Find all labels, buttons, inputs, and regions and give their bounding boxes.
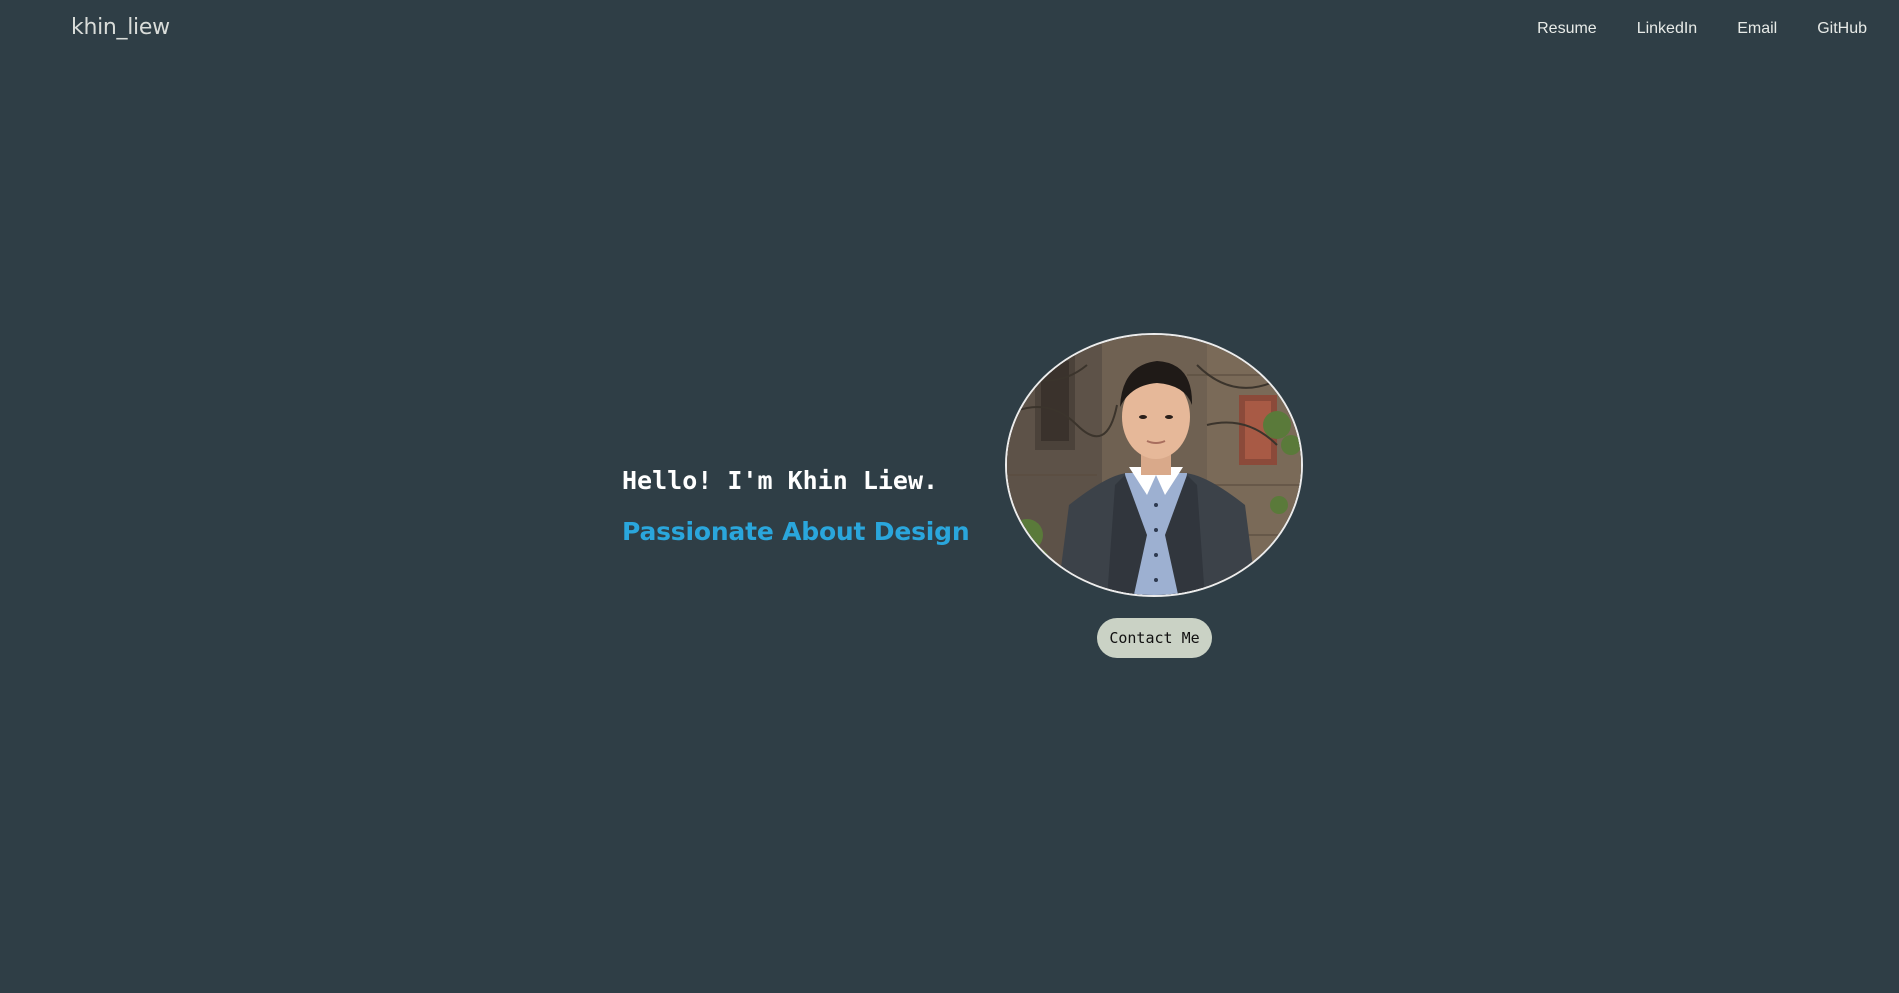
navbar: khin_liew Resume LinkedIn Email GitHub bbox=[0, 0, 1899, 60]
hero-tagline: Passionate About Design bbox=[622, 517, 970, 546]
profile-photo-illustration bbox=[1007, 335, 1301, 595]
contact-me-button[interactable]: Contact Me bbox=[1097, 618, 1212, 658]
nav-link-resume[interactable]: Resume bbox=[1537, 20, 1597, 38]
nav-link-email[interactable]: Email bbox=[1737, 20, 1777, 38]
nav-link-github[interactable]: GitHub bbox=[1817, 20, 1867, 38]
nav-link-linkedin[interactable]: LinkedIn bbox=[1637, 20, 1698, 38]
hero-greeting: Hello! I'm Khin Liew. bbox=[622, 466, 939, 495]
nav-links: Resume LinkedIn Email GitHub bbox=[1497, 20, 1867, 38]
hero-text: Hello! I'm Khin Liew. Passionate About D… bbox=[622, 466, 970, 546]
brand-logo-link[interactable]: khin_liew bbox=[71, 15, 170, 40]
profile-photo bbox=[1005, 333, 1303, 597]
